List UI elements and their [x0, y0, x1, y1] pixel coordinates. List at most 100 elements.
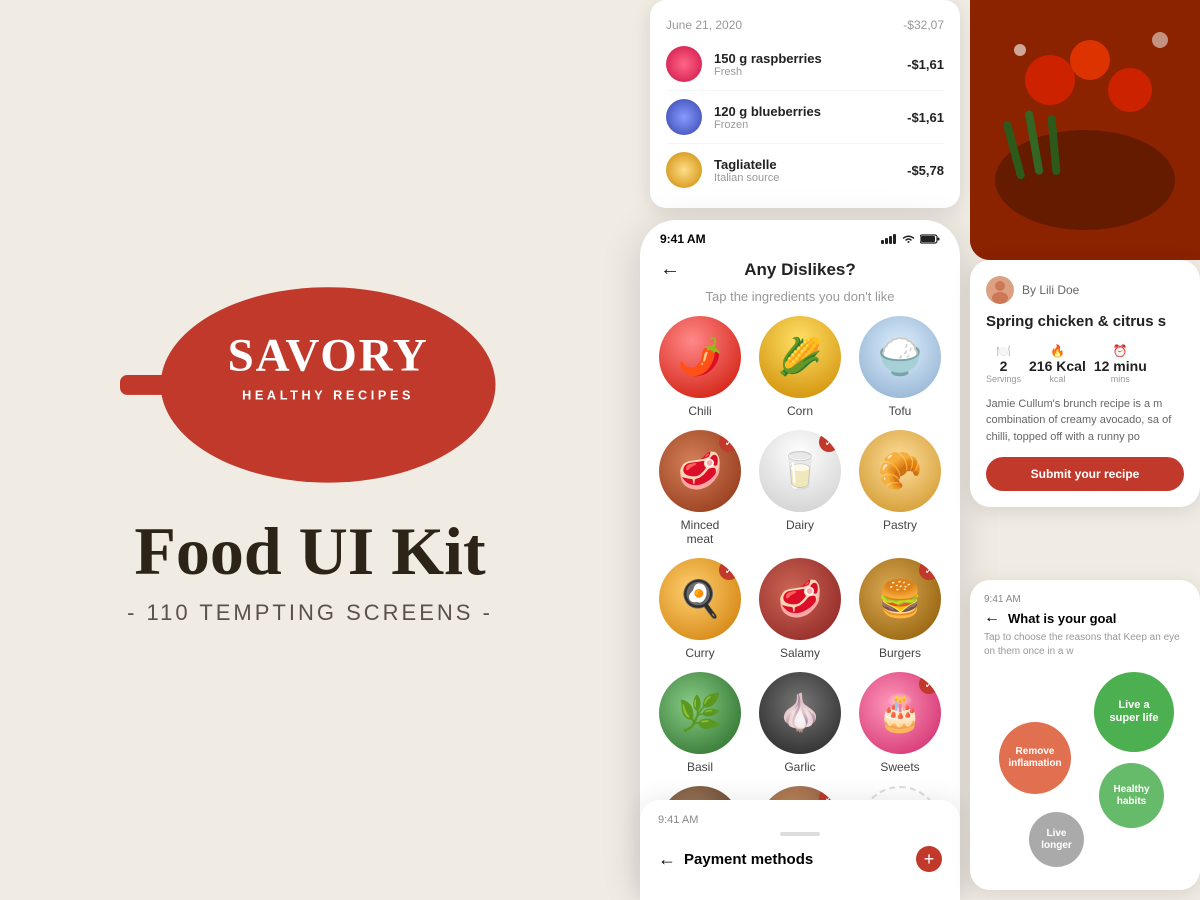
transaction-amount-1: -$1,61 — [907, 57, 944, 72]
ingredient-sweets[interactable]: 🎂 ✓ Sweets — [856, 672, 944, 774]
kcal-label: kcal — [1049, 374, 1065, 384]
phone-time: 9:41 AM — [660, 232, 706, 246]
goals-card: 9:41 AM ← What is your goal Tap to choos… — [970, 580, 1200, 890]
burger-label: Burgers — [879, 646, 921, 660]
basil-circle: 🌿 — [659, 672, 741, 754]
screen-title: Any Dislikes? — [744, 260, 856, 280]
ingredient-salamy[interactable]: 🥩 Salamy — [756, 558, 844, 660]
tofu-label: Tofu — [889, 404, 912, 418]
svg-text:SAVORY: SAVORY — [228, 329, 429, 381]
recipe-image — [970, 0, 1200, 260]
ingredient-basil[interactable]: 🌿 Basil — [656, 672, 744, 774]
payment-add-button[interactable]: + — [916, 846, 942, 872]
curry-circle: 🍳 ✓ — [659, 558, 741, 640]
ingredient-pastry[interactable]: 🥐 Pastry — [856, 430, 944, 546]
recipe-title: Spring chicken & citrus s — [986, 312, 1184, 332]
transaction-info-2: 120 g blueberries Frozen — [714, 104, 907, 131]
corn-circle: 🌽 — [759, 316, 841, 398]
transaction-info-1: 150 g raspberries Fresh — [714, 51, 907, 78]
transaction-info-3: Tagliatelle Italian source — [714, 157, 907, 184]
transaction-card: June 21, 2020 -$32,07 150 g raspberries … — [650, 0, 960, 208]
stat-kcal: 🔥 216 Kcal kcal — [1029, 344, 1086, 384]
payment-nav: ← Payment methods — [658, 849, 813, 870]
pastry-label: Pastry — [883, 518, 917, 532]
transaction-sub-3: Italian source — [714, 172, 907, 184]
garlic-label: Garlic — [784, 760, 815, 774]
transaction-total: -$32,07 — [903, 18, 944, 32]
goals-header: 9:41 AM — [984, 594, 1186, 605]
submit-recipe-button[interactable]: Submit your recipe — [986, 457, 1184, 491]
stat-time: ⏰ 12 minu mins — [1094, 344, 1147, 384]
ingredient-tofu[interactable]: 🍚 Tofu — [856, 316, 944, 418]
servings-icon: 🍽️ — [996, 344, 1011, 358]
payment-title-row: ← Payment methods + — [658, 846, 942, 872]
ingredient-minced-meat[interactable]: 🥩 ✓ Mincedmeat — [656, 430, 744, 546]
transaction-name-2: 120 g blueberries — [714, 104, 907, 119]
transaction-name-3: Tagliatelle — [714, 157, 907, 172]
ingredient-corn[interactable]: 🌽 Corn — [756, 316, 844, 418]
svg-text:HEALTHY RECIPES: HEALTHY RECIPES — [242, 388, 414, 402]
dairy-circle: 🥛 ✓ — [759, 430, 841, 512]
servings-label: Servings — [986, 374, 1021, 384]
stat-servings: 🍽️ 2 Servings — [986, 344, 1021, 384]
dairy-label: Dairy — [786, 518, 814, 532]
back-button[interactable]: ← — [660, 258, 680, 281]
recipe-image-card — [970, 0, 1200, 260]
goals-back[interactable]: ← — [984, 609, 1000, 627]
ingredient-burgers[interactable]: 🍔 ✓ Burgers — [856, 558, 944, 660]
chili-label: Chili — [688, 404, 711, 418]
ingredient-curry[interactable]: 🍳 ✓ Curry — [656, 558, 744, 660]
goals-title: What is your goal — [1008, 611, 1116, 626]
burger-check: ✓ — [919, 560, 939, 580]
time-label: mins — [1111, 374, 1130, 384]
phone-status-bar: 9:41 AM — [640, 220, 960, 250]
screen-subtitle: Tap the ingredients you don't like — [640, 289, 960, 316]
tofu-circle: 🍚 — [859, 316, 941, 398]
author-avatar-img — [986, 276, 1014, 304]
status-icons — [881, 234, 940, 244]
pasta-avatar — [666, 152, 702, 188]
bubble-inflammation[interactable]: Removeinflamation — [999, 722, 1071, 794]
raspberry-avatar — [666, 46, 702, 82]
transaction-sub-2: Frozen — [714, 119, 907, 131]
kcal-value: 216 Kcal — [1029, 358, 1086, 374]
recipe-description: Jamie Cullum's brunch recipe is a m comb… — [986, 396, 1184, 446]
corn-label: Corn — [787, 404, 813, 418]
payment-time: 9:41 AM — [658, 814, 698, 826]
author-name: By Lili Doe — [1022, 283, 1079, 297]
burger-circle: 🍔 ✓ — [859, 558, 941, 640]
payment-back[interactable]: ← — [658, 849, 676, 870]
transaction-date: June 21, 2020 — [666, 18, 742, 32]
bubble-super-life[interactable]: Live asuper life — [1094, 672, 1174, 752]
bubble-live-longer[interactable]: Livelonger — [1029, 812, 1084, 867]
transaction-sub-1: Fresh — [714, 66, 907, 78]
time-icon: ⏰ — [1113, 344, 1128, 358]
ingredient-chili[interactable]: 🌶️ Chili — [656, 316, 744, 418]
curry-label: Curry — [685, 646, 714, 660]
recipe-stats: 🍽️ 2 Servings 🔥 216 Kcal kcal ⏰ 12 minu … — [986, 344, 1184, 384]
battery-icon — [920, 234, 940, 244]
curry-check: ✓ — [719, 560, 739, 580]
logo-spoon-svg: SAVORY HEALTHY RECIPES — [120, 269, 500, 499]
recipe-detail-card: By Lili Doe Spring chicken & citrus s 🍽️… — [970, 260, 1200, 507]
right-section: By Lili Doe Spring chicken & citrus s 🍽️… — [960, 0, 1200, 900]
sweets-label: Sweets — [880, 760, 919, 774]
garlic-circle: 🧄 — [759, 672, 841, 754]
transaction-item-1: 150 g raspberries Fresh -$1,61 — [666, 38, 944, 91]
meat-label: Mincedmeat — [681, 518, 720, 546]
meat-check: ✓ — [719, 432, 739, 452]
ingredient-garlic[interactable]: 🧄 Garlic — [756, 672, 844, 774]
servings-value: 2 — [1000, 358, 1008, 374]
author-row: By Lili Doe — [986, 276, 1184, 304]
transaction-name-1: 150 g raspberries — [714, 51, 907, 66]
goals-bubbles: Live asuper life Removeinflamation Healt… — [984, 667, 1186, 887]
basil-label: Basil — [687, 760, 713, 774]
bubble-healthy-habits[interactable]: Healthyhabits — [1099, 763, 1164, 828]
transaction-amount-2: -$1,61 — [907, 110, 944, 125]
sweets-check: ✓ — [919, 674, 939, 694]
date-row: June 21, 2020 -$32,07 — [666, 12, 944, 38]
ingredient-dairy[interactable]: 🥛 ✓ Dairy — [756, 430, 844, 546]
kcal-icon: 🔥 — [1050, 344, 1065, 358]
subtitle-text: - 110 TEMPTING SCREENS - — [127, 600, 493, 626]
wifi-icon — [901, 234, 916, 244]
